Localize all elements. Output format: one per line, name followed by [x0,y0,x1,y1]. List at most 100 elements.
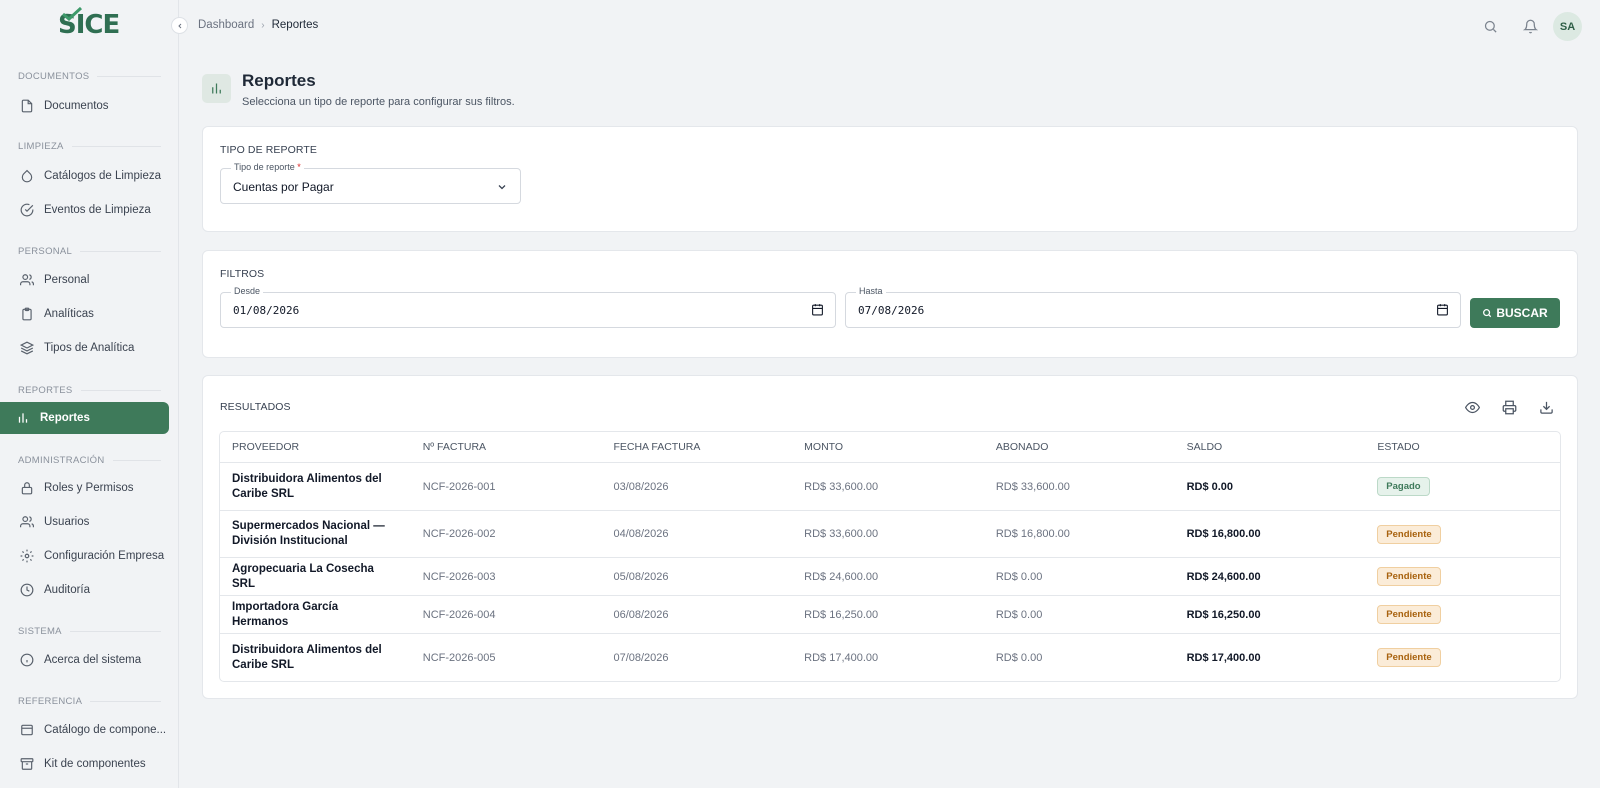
column-header-fecha[interactable]: Fecha Factura [601,441,792,453]
cell-factura: NCF-2026-004 [422,608,496,621]
table-row[interactable]: Importadora García Hermanos NCF-2026-004… [220,596,1560,634]
logo-check-icon [62,7,83,21]
breadcrumb-dashboard[interactable]: Dashboard [198,19,254,31]
hasta-date-input[interactable]: Hasta 07/08/2026 [845,286,1461,328]
calendar-icon[interactable] [1436,303,1449,321]
cell-saldo: RD$ 16,800.00 [1186,528,1261,540]
printer-icon[interactable] [1499,397,1519,417]
sidebar-item-usuarios[interactable]: Usuarios [0,506,169,538]
sidebar-item-configuracion-empresa[interactable]: Configuración Empresa [0,540,169,572]
status-badge: Pendiente [1377,648,1441,667]
cell-estado: Pendiente [1365,524,1560,544]
bell-icon[interactable] [1520,16,1540,36]
cell-saldo: RD$ 17,400.00 [1186,651,1261,664]
sidebar-item-acerca-sistema[interactable]: Acerca del sistema [0,644,169,676]
cell-fecha: 07/08/2026 [613,651,669,664]
cell-estado: Pendiente [1365,648,1560,667]
filters-card: Filtros Desde 01/08/2026 Hasta 07/08/202… [202,250,1578,358]
cell-proveedor: Distribuidora Alimentos del Caribe SRL [232,472,382,500]
sidebar-item-roles-permisos[interactable]: Roles y Permisos [0,472,169,504]
sidebar-item-label: Reportes [40,412,90,424]
cell-abonado: RD$ 33,600.00 [995,480,1070,493]
page-subtitle: Selecciona un tipo de reporte para confi… [242,96,515,108]
column-header-saldo[interactable]: Saldo [1175,441,1366,453]
buscar-label: BUSCAR [1496,306,1548,320]
bar-chart-icon [15,410,31,426]
section-label-administracion: Administración [18,455,161,466]
sidebar-item-tipos-analitica[interactable]: Tipos de Analítica [0,332,169,364]
cell-factura: NCF-2026-005 [422,651,496,664]
table-header: Proveedor Nº Factura Fecha Factura Monto… [220,432,1560,463]
buscar-button[interactable]: BUSCAR [1470,298,1560,328]
hasta-value: 07/08/2026 [858,304,925,317]
hasta-label: Hasta [856,286,886,296]
filters-section-label: Filtros [220,268,265,280]
cell-fecha: 04/08/2026 [613,528,669,540]
users-icon [19,514,35,530]
cell-estado: Pagado [1365,477,1560,496]
cell-proveedor: Importadora García Hermanos [232,600,339,628]
sidebar-item-label: Kit de componentes [44,758,146,770]
sidebar-item-label: Acerca del sistema [44,654,142,666]
cell-saldo: RD$ 16,250.00 [1186,608,1261,621]
desde-date-input[interactable]: Desde 01/08/2026 [220,286,836,328]
column-header-proveedor[interactable]: Proveedor [220,441,411,453]
app-logo[interactable]: S ICE [58,7,120,40]
sidebar-item-label: Catálogos de Limpieza [44,170,161,182]
eye-icon[interactable] [1462,397,1482,417]
sidebar-item-label: Tipos de Analítica [44,342,135,354]
chevron-right-icon: › [261,19,265,31]
report-type-section-label: Tipo de reporte [220,144,317,156]
cell-saldo: RD$ 24,600.00 [1186,570,1261,583]
section-label-referencia: Referencia [18,696,161,707]
sidebar-item-reportes[interactable]: Reportes [0,402,169,434]
sidebar-item-label: Personal [44,274,90,286]
table-row[interactable]: Agropecuaria La Cosecha SRL NCF-2026-003… [220,558,1560,596]
sidebar-item-kit-componentes[interactable]: Kit de componentes [0,748,169,780]
sidebar-item-documentos[interactable]: Documentos [0,90,169,122]
avatar[interactable]: SA [1553,12,1582,41]
table-row[interactable]: Supermercados Nacional — División Instit… [220,511,1560,558]
results-section-label: Resultados [220,401,291,413]
collapse-sidebar-button[interactable] [171,17,188,34]
cell-saldo: RD$ 0.00 [1186,480,1234,493]
sidebar-item-label: Roles y Permisos [44,482,134,494]
sidebar-item-label: Catálogo de compone... [44,724,167,736]
cell-fecha: 06/08/2026 [613,608,669,621]
table-row[interactable]: Distribuidora Alimentos del Caribe SRL N… [220,634,1560,681]
window-icon [19,722,35,738]
sidebar-item-analiticas[interactable]: Analíticas [0,298,169,330]
section-label-sistema: Sistema [18,626,161,637]
cell-monto: RD$ 16,250.00 [804,608,879,621]
sidebar-item-eventos-limpieza[interactable]: Eventos de Limpieza [0,194,169,226]
cell-abonado: RD$ 0.00 [995,570,1043,583]
cell-monto: RD$ 24,600.00 [804,570,879,583]
column-header-estado[interactable]: Estado [1365,441,1560,453]
sidebar-item-personal[interactable]: Personal [0,264,169,296]
cell-estado: Pendiente [1365,567,1560,586]
table-row[interactable]: Distribuidora Alimentos del Caribe SRL N… [220,463,1560,511]
breadcrumb: Dashboard › Reportes [198,19,318,31]
status-badge: Pendiente [1377,524,1441,544]
sidebar-item-auditoria[interactable]: Auditoría [0,574,169,606]
cell-monto: RD$ 17,400.00 [804,651,879,664]
cell-proveedor: Agropecuaria La Cosecha SRL [232,562,374,590]
section-label-documentos: Documentos [18,71,161,82]
sidebar-item-catalogo-componentes[interactable]: Catálogo de compone... [0,714,169,746]
cell-factura: NCF-2026-003 [422,570,496,583]
column-header-monto[interactable]: Monto [792,441,984,453]
download-icon[interactable] [1536,397,1556,417]
sidebar-item-catalogos-limpieza[interactable]: Catálogos de Limpieza [0,160,169,192]
calendar-icon[interactable] [811,303,824,321]
status-badge: Pagado [1377,477,1430,496]
cell-monto: RD$ 33,600.00 [804,480,879,493]
sidebar: S ICE Documentos Documentos Limpieza Catá… [0,0,179,788]
clock-icon [19,582,35,598]
column-header-abonado[interactable]: Abonado [984,441,1175,453]
report-type-select[interactable]: Tipo de reporte * Cuentas por Pagar [220,162,521,204]
page-title: Reportes [242,71,316,90]
column-header-factura[interactable]: Nº Factura [411,441,602,453]
report-type-label: Tipo de reporte * [231,162,304,172]
sidebar-item-label: Documentos [44,100,109,112]
search-icon[interactable] [1480,16,1500,36]
